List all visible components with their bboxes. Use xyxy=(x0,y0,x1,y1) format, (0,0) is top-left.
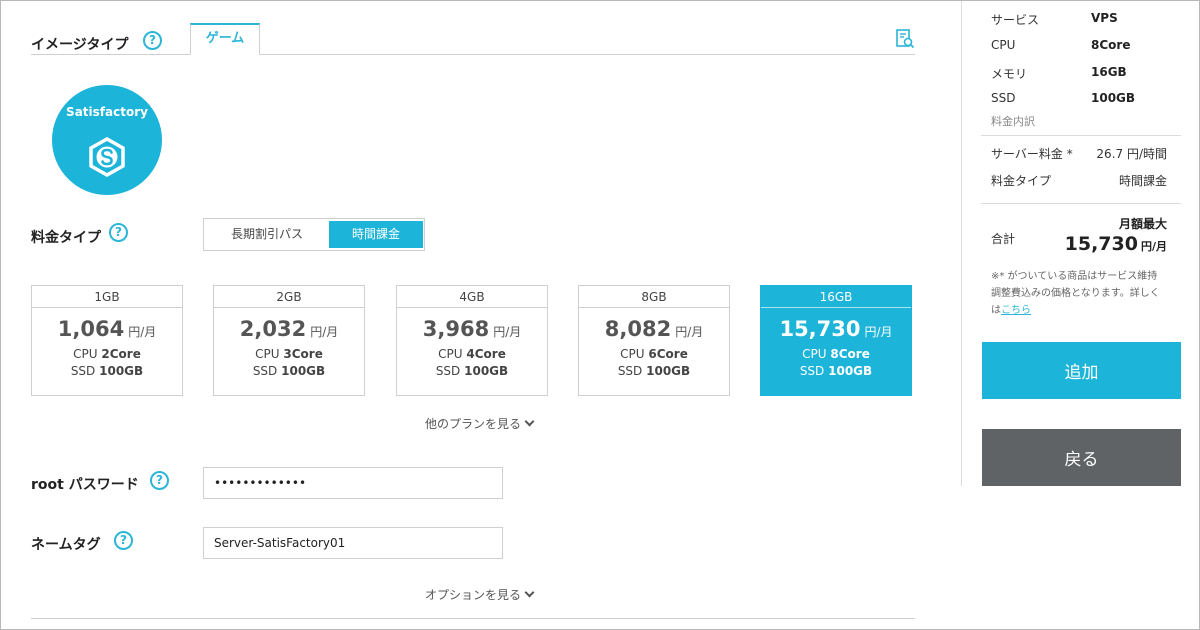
plan-card-16gb[interactable]: 16GB 15,730 円/月 CPU 8Core SSD 100GB xyxy=(760,285,912,396)
plan-price-unit: 円/月 xyxy=(128,325,157,339)
pricing-type-label: 料金タイプ xyxy=(31,230,101,246)
pricing-option-hourly[interactable]: 時間課金 xyxy=(329,221,423,248)
summary-cpu-value: 8Core xyxy=(1091,38,1131,52)
sidebar-divider xyxy=(961,1,962,486)
summary-ssd-label: SSD xyxy=(991,91,1016,105)
summary-total-label: 合計 xyxy=(991,232,1016,246)
plan-ssd-label: SSD xyxy=(799,364,825,378)
plan-ssd: 100GB xyxy=(646,364,691,378)
plan-price: 1,064 xyxy=(57,317,125,341)
plan-ssd-label: SSD xyxy=(252,364,278,378)
root-password-label: root パスワード xyxy=(31,477,139,493)
main-panel: イメージタイプ ? ゲーム Satisfactory 料金タイプ ? 長期割引パ… xyxy=(1,1,961,630)
plan-cpu: 6Core xyxy=(648,347,688,361)
plan-card-8gb[interactable]: 8GB 8,082 円/月 CPU 6Core SSD 100GB xyxy=(578,285,730,396)
plan-cpu-label: CPU xyxy=(620,347,645,361)
root-password-input[interactable] xyxy=(203,467,503,499)
plan-memory: 1GB xyxy=(32,286,182,308)
more-plans-link[interactable]: 他のプランを見る xyxy=(425,415,535,432)
summary-ssd-value: 100GB xyxy=(1091,91,1136,105)
summary-cpu-label: CPU xyxy=(991,38,1016,52)
summary-fee-type-value: 時間課金 xyxy=(1118,174,1167,188)
plan-cpu: 4Core xyxy=(466,347,506,361)
plan-card-4gb[interactable]: 4GB 3,968 円/月 CPU 4Core SSD 100GB xyxy=(396,285,548,396)
more-options-link[interactable]: オプションを見る xyxy=(425,586,535,603)
pricing-type-help-icon[interactable]: ? xyxy=(109,223,128,242)
summary-service-label: サービス xyxy=(991,13,1040,27)
summary-server-fee-label: サーバー料金 * xyxy=(991,147,1073,161)
plan-price-unit: 円/月 xyxy=(864,325,893,339)
app-logo-name: Satisfactory xyxy=(66,105,148,119)
plan-cpu: 8Core xyxy=(830,347,870,361)
plan-price: 2,032 xyxy=(239,317,307,341)
name-tag-label: ネームタグ xyxy=(31,537,101,553)
plan-price-unit: 円/月 xyxy=(675,325,704,339)
pricing-type-toggle: 長期割引パス 時間課金 xyxy=(203,218,425,251)
disclaimer-link[interactable]: こちら xyxy=(1001,305,1031,316)
summary-total-max-label: 月額最大 xyxy=(1118,217,1167,231)
plan-cpu-label: CPU xyxy=(73,347,98,361)
section-divider xyxy=(31,618,915,619)
plan-ssd: 100GB xyxy=(464,364,509,378)
plan-card-1gb[interactable]: 1GB 1,064 円/月 CPU 2Core SSD 100GB xyxy=(31,285,183,396)
plan-price: 15,730 xyxy=(779,317,861,341)
more-options-label: オプションを見る xyxy=(425,588,522,602)
plan-price-unit: 円/月 xyxy=(493,325,522,339)
plan-cpu-label: CPU xyxy=(802,347,827,361)
plan-price: 8,082 xyxy=(604,317,672,341)
plan-cpu-label: CPU xyxy=(255,347,280,361)
plan-memory: 2GB xyxy=(214,286,364,308)
plan-ssd-label: SSD xyxy=(435,364,461,378)
summary-total-unit: 円/月 xyxy=(1140,240,1167,253)
more-plans-label: 他のプランを見る xyxy=(425,417,522,431)
summary-memory-value: 16GB xyxy=(1091,65,1127,79)
plan-ssd: 100GB xyxy=(281,364,326,378)
plan-cpu: 2Core xyxy=(101,347,141,361)
chevron-down-icon xyxy=(524,587,535,598)
plan-ssd-label: SSD xyxy=(617,364,643,378)
summary-divider xyxy=(981,203,1181,204)
summary-server-fee-value: 26.7 円/時間 xyxy=(1096,147,1167,161)
plan-ssd: 100GB xyxy=(99,364,144,378)
summary-total-price: 15,730 円/月 xyxy=(1065,233,1167,255)
tab-divider xyxy=(31,54,915,55)
summary-breakdown-label: 料金内訳 xyxy=(991,115,1035,128)
root-password-help-icon[interactable]: ? xyxy=(150,471,169,490)
plan-card-2gb[interactable]: 2GB 2,032 円/月 CPU 3Core SSD 100GB xyxy=(213,285,365,396)
name-tag-input[interactable] xyxy=(203,527,503,559)
tab-game[interactable]: ゲーム xyxy=(190,23,260,55)
plan-price-unit: 円/月 xyxy=(310,325,339,339)
satisfactory-s-icon xyxy=(89,137,125,177)
summary-fee-type-label: 料金タイプ xyxy=(991,174,1052,188)
plan-cpu: 3Core xyxy=(283,347,323,361)
plan-ssd: 100GB xyxy=(828,364,873,378)
summary-memory-label: メモリ xyxy=(991,67,1028,81)
plan-memory: 4GB xyxy=(397,286,547,308)
price-disclaimer: ※* がついている商品はサービス維持調整費込みの価格となります。詳しくはこちら xyxy=(991,268,1167,319)
pricing-option-long-term[interactable]: 長期割引パス xyxy=(206,221,328,248)
add-button[interactable]: 追加 xyxy=(982,342,1181,399)
summary-divider xyxy=(981,135,1181,136)
image-type-help-icon[interactable]: ? xyxy=(143,31,162,50)
chevron-down-icon xyxy=(524,416,535,427)
summary-service-value: VPS xyxy=(1091,11,1118,25)
document-search-icon[interactable] xyxy=(895,29,915,49)
plan-memory: 16GB xyxy=(761,286,911,308)
plan-ssd-label: SSD xyxy=(70,364,96,378)
plan-memory: 8GB xyxy=(579,286,729,308)
plan-cpu-label: CPU xyxy=(438,347,463,361)
name-tag-help-icon[interactable]: ? xyxy=(114,531,133,550)
image-type-label: イメージタイプ xyxy=(31,37,129,53)
summary-total-amount: 15,730 xyxy=(1064,233,1138,255)
app-logo-satisfactory[interactable]: Satisfactory xyxy=(52,85,162,195)
back-button[interactable]: 戻る xyxy=(982,429,1181,486)
plan-price: 3,968 xyxy=(422,317,490,341)
